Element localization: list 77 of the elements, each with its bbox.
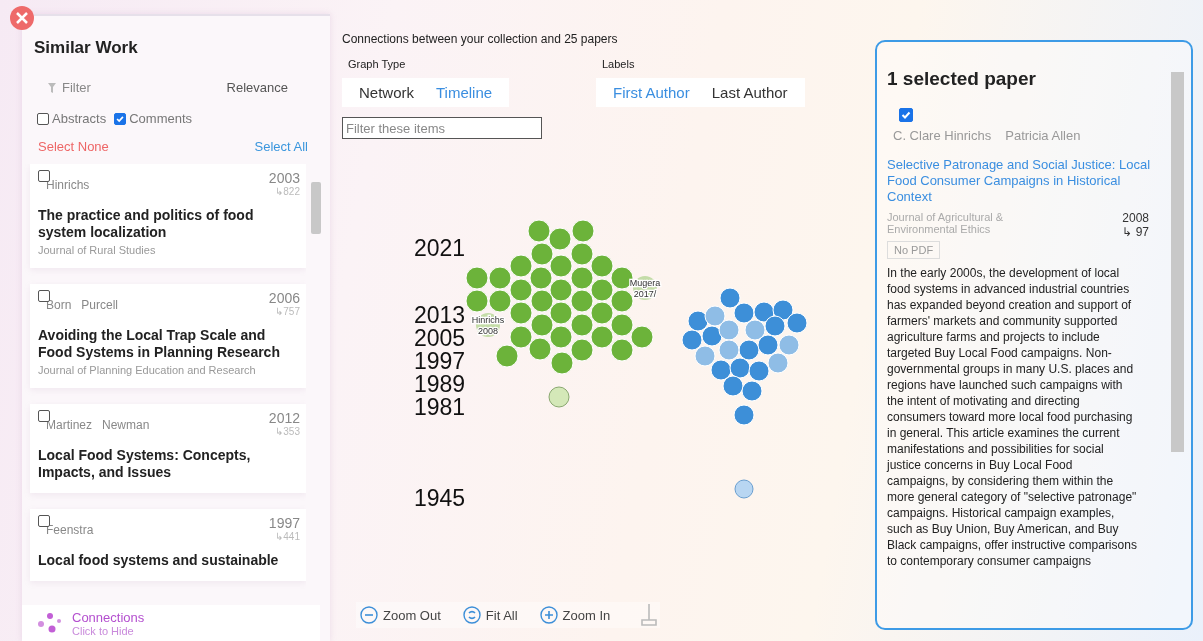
filter-icon (48, 82, 56, 93)
author-chip[interactable]: Born (46, 298, 72, 312)
paper-title[interactable]: Avoiding the Local Trap Scale and Food Systems in Planning Research (38, 327, 300, 361)
paper-card[interactable]: Hinrichs 2003 ↳822 The practice and politics of food system localization Journal of Rural Studies (30, 164, 306, 268)
paper-card[interactable]: Feenstra 1997 ↳441 Local food systems and sustainable (30, 509, 306, 581)
checkbox[interactable] (37, 112, 49, 125)
checkbox[interactable] (38, 290, 50, 302)
citation-count: ↳822 (275, 186, 300, 197)
year-text: 1997 (268, 515, 300, 531)
sort-dropdown[interactable]: Relevance (226, 80, 288, 95)
checkbox[interactable] (38, 515, 50, 527)
select-all-link[interactable]: Select All (254, 139, 308, 154)
selected-title: 1 selected paper (887, 68, 1036, 90)
year-label: 1945 (414, 485, 466, 511)
year-label: 2013 (414, 302, 466, 328)
year-label: 1981 (414, 394, 466, 420)
connections-hint: Click to Hide (72, 624, 135, 637)
no-pdf-badge: No PDF (887, 241, 941, 259)
zoom-control[interactable]: Zoom Out (356, 602, 445, 628)
select-none-link[interactable]: Select None (38, 139, 109, 154)
connections-title: Connections (72, 609, 145, 625)
author-chip[interactable]: C. Clare Hinrichs (893, 128, 992, 143)
year-label: 2005 (414, 325, 466, 351)
node-label: Mugera 2017/ (629, 278, 661, 299)
citation-count: ↳757 (275, 306, 300, 317)
year-text: 2003 (268, 170, 300, 186)
paper-title-link[interactable]: Selective Patronage and Social Justice: Local Food Consumer Campaigns in Historical Context (887, 157, 1152, 205)
year-label: 1997 (414, 348, 466, 374)
minus-icon (360, 606, 378, 624)
author-chip[interactable]: Purcell (81, 298, 119, 312)
panel-title: Similar Work (33, 37, 139, 58)
paper-card[interactable]: Martinez Newman 2012 ↳353 Local Food Systems: Concepts, Impacts, and Issues (30, 404, 306, 493)
author-chip[interactable]: Patricia Allen (1005, 128, 1081, 143)
group-label: Graph Type (347, 58, 407, 70)
author-chip[interactable]: Feenstra (46, 523, 94, 537)
node-cluster[interactable] (681, 287, 808, 499)
labels-tab[interactable]: Last Author (700, 78, 799, 107)
journal-name: Journal of Agricultural & Environmental Ethics (887, 211, 1005, 237)
journal-name: Journal of Rural Studies (38, 244, 157, 256)
node-label: Hinrichs 2008 (471, 315, 505, 336)
paper-title[interactable]: Local food systems and sustainable (38, 552, 300, 569)
author-chip[interactable]: Martinez (46, 418, 92, 432)
year-label: 2021 (414, 235, 466, 261)
filter-field[interactable]: Filter (62, 80, 182, 95)
year-label: 1989 (414, 371, 466, 397)
author-chip[interactable]: Newman (102, 418, 150, 432)
paper-title[interactable]: Local Food Systems: Concepts, Impacts, and Issues (38, 447, 300, 481)
zoom-control[interactable]: Fit All (458, 602, 522, 628)
option-label[interactable]: Comments (129, 111, 193, 126)
plus-icon (539, 606, 558, 624)
paper-title[interactable]: The practice and politics of food system localization (38, 207, 300, 241)
option-label[interactable]: Abstracts (52, 111, 107, 126)
journal-name: Journal of Planning Education and Research (38, 364, 257, 376)
graph-type-tab[interactable]: Network (348, 78, 425, 107)
close-icon[interactable] (10, 6, 34, 30)
year-text: 2008 (1122, 211, 1149, 225)
citation-count: ↳441 (275, 531, 300, 542)
connections-bar[interactable]: Connections Click to Hide (22, 605, 320, 641)
citation-count: ↳353 (275, 426, 300, 437)
graph-type-tab[interactable]: Timeline (425, 78, 504, 107)
checkbox[interactable] (38, 410, 50, 422)
author-chip[interactable]: Hinrichs (46, 178, 90, 192)
fit-icon (462, 606, 481, 624)
year-text: 2006 (268, 290, 300, 306)
filter-input[interactable]: Filter these items (342, 117, 542, 139)
paper-card[interactable]: Born Purcell 2006 ↳757 Avoiding the Local Trap Scale and Food Systems in Planning Research Journal of Planning Education and Research (30, 284, 306, 388)
checkbox[interactable] (899, 108, 913, 122)
group-label: Labels (601, 58, 636, 70)
abstract-text: In the early 2000s, the development of local food systems in advanced industrial countries has expanded beyond creation and support of farmers' markets and community supported agriculture farms and projects to include targeted Buy Local Food campaigns. Non-governmental groups in many U.S. places and regions have launched such campaigns with the intent of motivating and directing consumers toward more local food purchasing in general. This article examines the current manifestations and possibilities for social justice concerns in Buy Local Food campaigns, by considering them within the more general category of "selective patronage" campaigns. Historical campaign examples, such as Buy Union, Buy American, and Buy Black campaigns, offer instructive comparisons to contemporary consumer campaigns (887, 265, 1137, 569)
checkbox[interactable] (38, 170, 50, 182)
graph-heading: Connections between your collection and 25 papers (342, 32, 619, 46)
zoom-control[interactable]: Zoom In (535, 602, 615, 628)
year-text: 2012 (268, 410, 300, 426)
network-icon (36, 612, 62, 634)
checkbox[interactable] (114, 112, 127, 125)
citation-count: ↳ 97 (1122, 225, 1149, 239)
labels-tab[interactable]: First Author (602, 78, 701, 107)
